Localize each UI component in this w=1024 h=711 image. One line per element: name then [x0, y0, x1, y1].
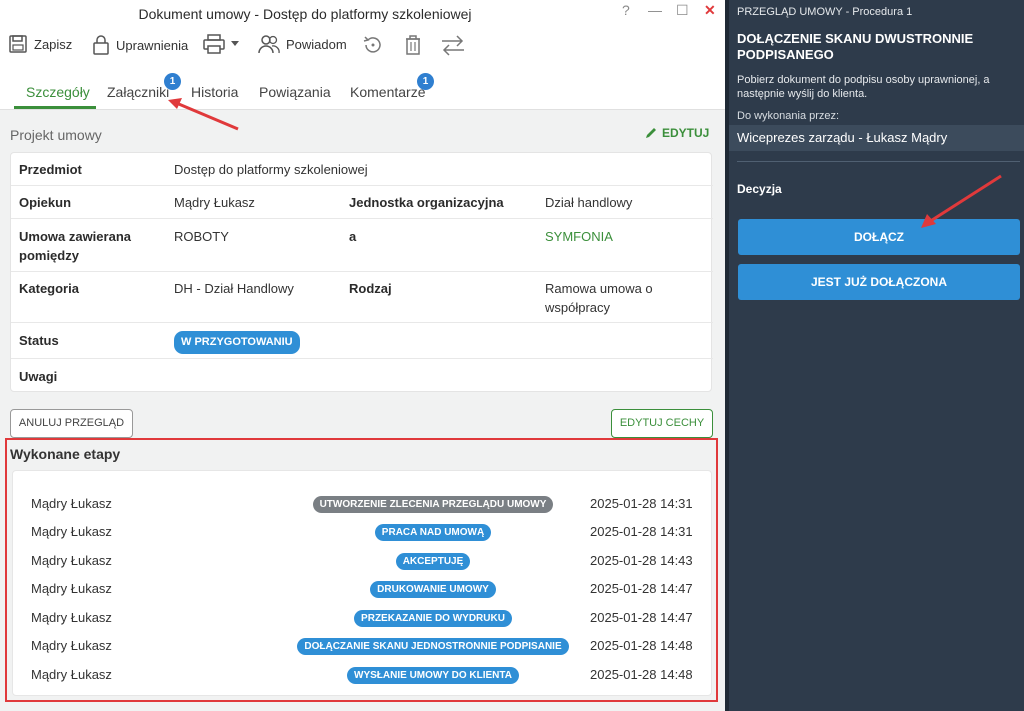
- notify-label: Powiadom: [286, 36, 347, 52]
- decision-label: Decyzja: [737, 182, 782, 196]
- edit-label: EDYTUJ: [662, 126, 710, 140]
- procedure-panel: PRZEGLĄD UMOWY - Procedura 1 DOŁĄCZENIE …: [725, 0, 1024, 711]
- tab-comments[interactable]: Komentarze: [350, 84, 425, 100]
- document-window: Dokument umowy - Dostęp do platformy szk…: [0, 0, 725, 711]
- minimize-button[interactable]: —: [648, 2, 662, 18]
- notes-label: Uwagi: [19, 369, 58, 384]
- title-bar: Dokument umowy - Dostęp do platformy szk…: [0, 0, 725, 26]
- notify-button[interactable]: Powiadom: [258, 34, 347, 54]
- lock-icon: [93, 35, 109, 55]
- subject-label: Przedmiot: [19, 162, 82, 177]
- party-b-value[interactable]: SYMFONIA: [545, 227, 613, 246]
- save-label: Zapisz: [34, 36, 73, 52]
- detail-row-subject: Przedmiot Dostęp do platformy szkoleniow…: [11, 153, 713, 186]
- owner-value: Mądry Łukasz: [174, 195, 255, 210]
- chevron-down-icon: [231, 41, 239, 46]
- assignee-value: Wiceprezes zarządu - Łukasz Mądry: [729, 125, 1024, 151]
- permissions-button[interactable]: Uprawnienia: [92, 34, 188, 56]
- active-tab-indicator: [14, 106, 96, 109]
- panel-header: PRZEGLĄD UMOWY - Procedura 1: [737, 6, 913, 18]
- permissions-label: Uprawnienia: [116, 37, 189, 53]
- trash-icon: [406, 35, 420, 55]
- section-title: Projekt umowy: [10, 127, 102, 143]
- comments-count-badge: 1: [417, 73, 434, 90]
- detail-row-status: Status W PRZYGOTOWANIU: [11, 323, 713, 359]
- edit-features-button[interactable]: EDYTUJ CECHY: [611, 409, 713, 438]
- unit-value: Dział handlowy: [545, 195, 633, 210]
- kind-value: Ramowa umowa o współpracy: [545, 281, 653, 315]
- divider: [737, 161, 1020, 162]
- refresh-button[interactable]: [362, 34, 390, 56]
- attachments-count-badge: 1: [164, 73, 181, 90]
- annotation-arrow: [921, 174, 1002, 228]
- already-attached-button[interactable]: JEST JUŻ DOŁĄCZONA: [738, 264, 1020, 300]
- users-icon: [258, 35, 280, 54]
- detail-row-owner: Opiekun Mądry Łukasz Jednostka organizac…: [11, 186, 713, 219]
- unit-label: Jednostka organizacyjna: [349, 195, 504, 210]
- save-icon: [9, 35, 27, 53]
- detail-row-notes: Uwagi: [11, 359, 713, 392]
- detail-row-parties: Umowa zawierana pomiędzy ROBOTY a SYMFON…: [11, 219, 713, 272]
- tab-relations[interactable]: Powiązania: [259, 84, 331, 100]
- toolbar: Zapisz Uprawnienia Powiadom: [0, 26, 725, 68]
- maximize-button[interactable]: ☐: [676, 2, 689, 19]
- tab-details[interactable]: Szczegóły: [26, 84, 90, 100]
- close-button[interactable]: ✕: [704, 2, 716, 19]
- edit-link[interactable]: EDYTUJ: [644, 126, 709, 140]
- printer-icon: [203, 34, 225, 54]
- delete-button[interactable]: [403, 34, 429, 56]
- help-button[interactable]: ?: [622, 2, 630, 18]
- party-a-value: ROBOTY: [174, 229, 229, 244]
- history-icon: [363, 36, 381, 53]
- cancel-review-button[interactable]: ANULUJ PRZEGLĄD: [10, 409, 133, 438]
- party-and-label: a: [349, 229, 357, 244]
- swap-arrows-icon: [442, 35, 464, 56]
- annotation-arrow: [168, 98, 239, 131]
- transfer-button[interactable]: [440, 34, 472, 56]
- status-label: Status: [19, 333, 59, 348]
- kind-label: Rodzaj: [349, 281, 392, 296]
- assignee-label: Do wykonania przez:: [737, 110, 840, 122]
- tab-bar: Szczegóły Załączniki 1 Historia Powiązan…: [0, 68, 725, 110]
- panel-description: Pobierz dokument do podpisu osoby uprawn…: [737, 74, 990, 100]
- highlight-frame: [5, 438, 718, 702]
- pencil-icon: [646, 128, 656, 138]
- save-button[interactable]: Zapisz: [8, 34, 72, 54]
- parties-label: Umowa zawierana pomiędzy: [19, 229, 131, 263]
- subject-value: Dostęp do platformy szkoleniowej: [174, 162, 368, 177]
- status-badge: W PRZYGOTOWANIU: [174, 331, 300, 354]
- category-label: Kategoria: [19, 281, 79, 296]
- panel-title: DOŁĄCZENIE SKANU DWUSTRONNIE PODPISANEGO: [737, 31, 974, 62]
- window-title: Dokument umowy - Dostęp do platformy szk…: [138, 6, 472, 22]
- category-value: DH - Dział Handlowy: [174, 281, 294, 296]
- details-card: Przedmiot Dostęp do platformy szkoleniow…: [10, 152, 713, 392]
- print-button[interactable]: [203, 34, 245, 54]
- detail-row-category: Kategoria DH - Dział Handlowy Rodzaj Ram…: [11, 272, 713, 323]
- owner-label: Opiekun: [19, 195, 72, 210]
